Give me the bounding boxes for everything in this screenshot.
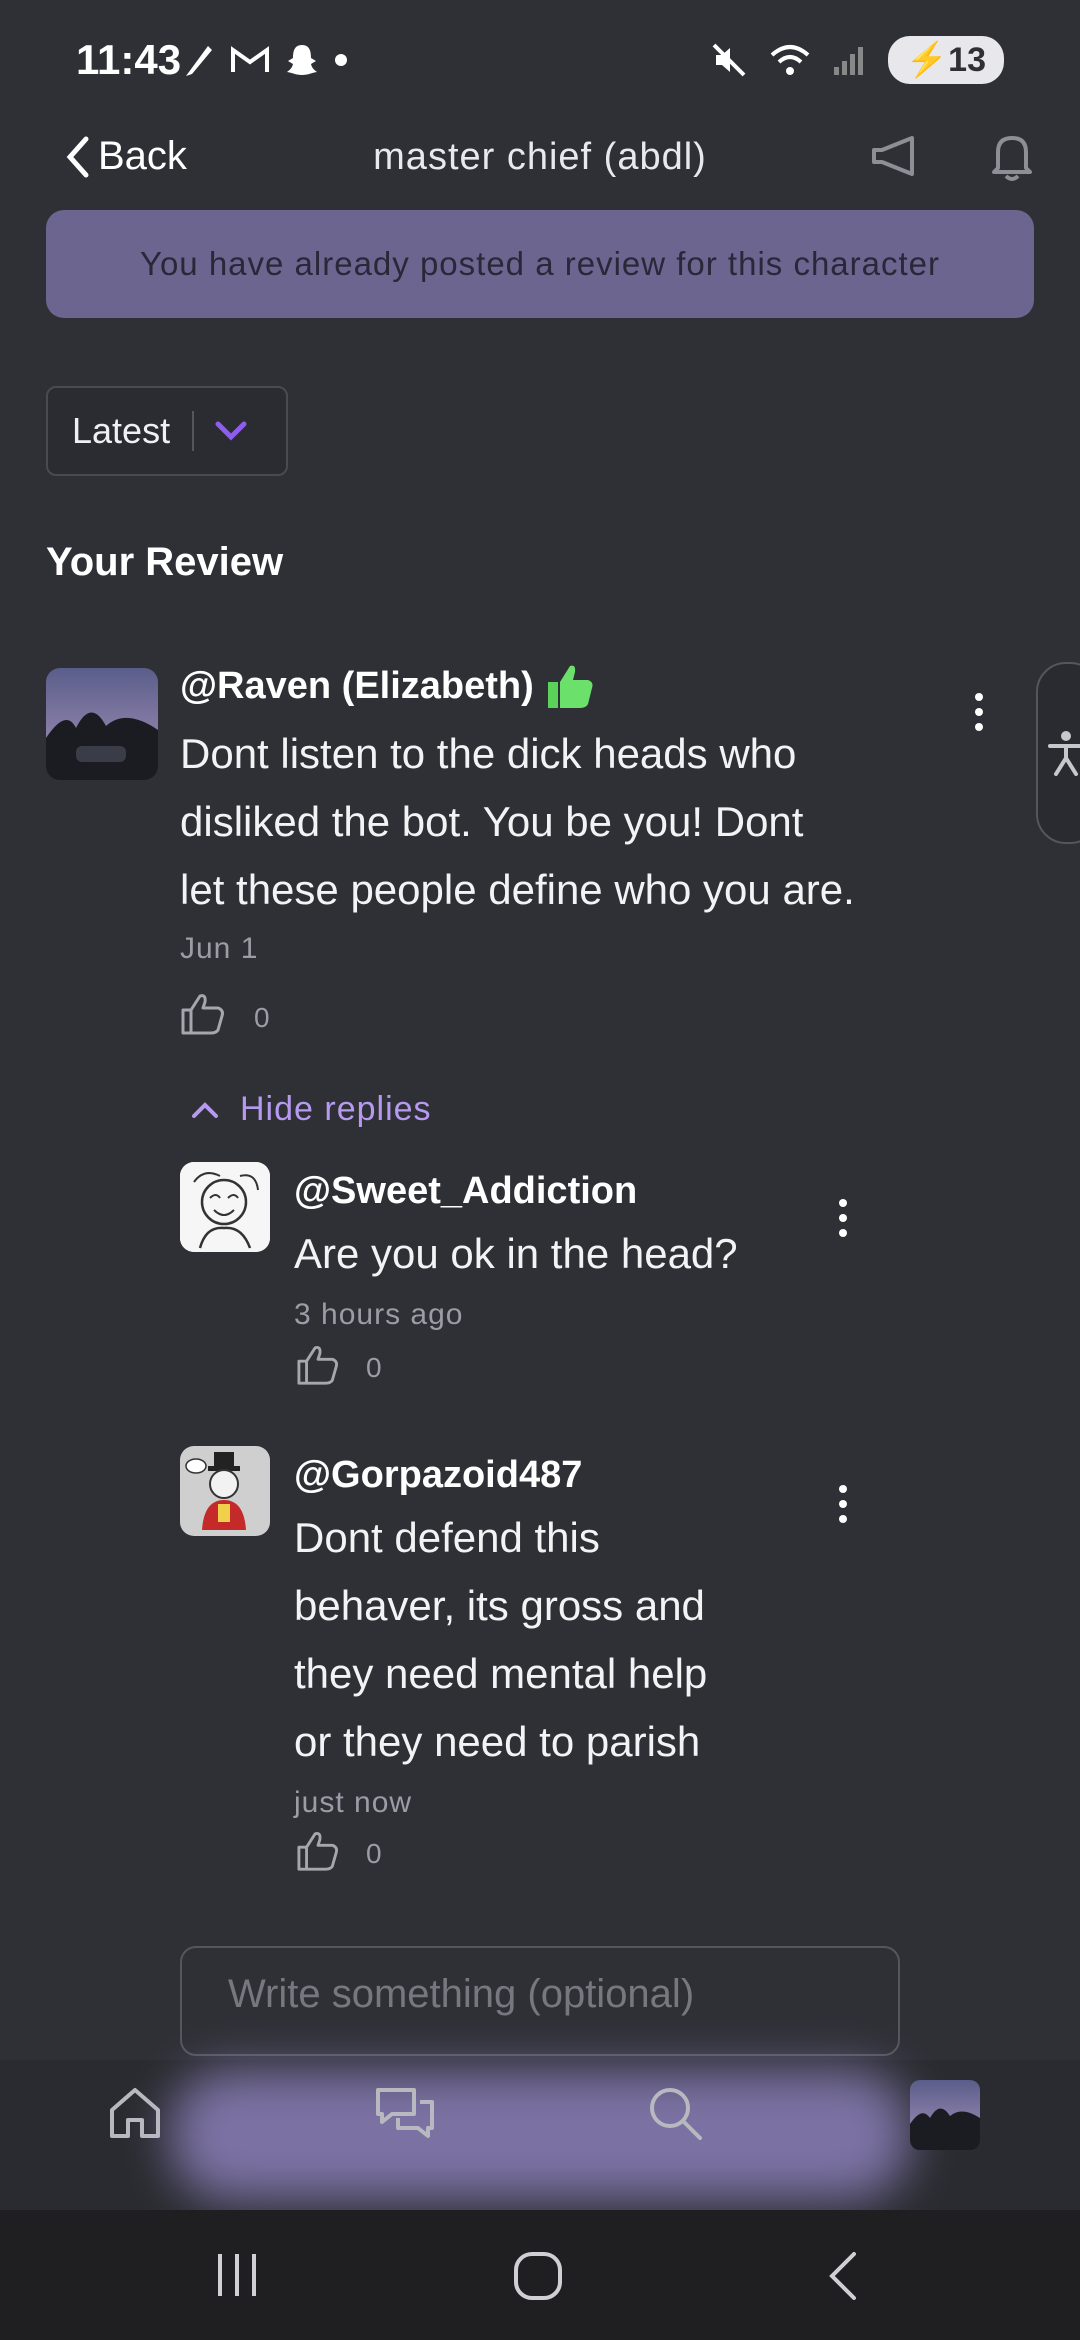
thumbs-up-emoji-icon	[547, 665, 593, 708]
status-bar: 11:43 ⚡13	[0, 0, 1080, 120]
reply-handle[interactable]: @Sweet_Addiction	[294, 1170, 637, 1213]
accessibility-tab[interactable]	[1036, 662, 1080, 844]
feather-icon	[186, 46, 212, 76]
home-icon[interactable]	[106, 2084, 164, 2142]
reply-more-icon[interactable]	[836, 1484, 850, 1524]
avatar[interactable]	[180, 1162, 270, 1252]
bell-icon[interactable]	[988, 130, 1036, 184]
hide-replies-button[interactable]: Hide replies	[190, 1090, 432, 1129]
app-header: master chief (abdl) Back	[0, 120, 1080, 208]
review-handle: @Raven (Elizabeth)	[180, 664, 534, 707]
chevron-down-icon	[215, 421, 247, 441]
chat-icon[interactable]	[374, 2086, 436, 2142]
review-text-line: let these people define who you are.	[180, 866, 855, 913]
review-date: Jun 1	[180, 932, 259, 965]
sort-selected-label: Latest	[72, 410, 171, 451]
battery-indicator: ⚡13	[887, 36, 1004, 84]
hide-replies-label: Hide replies	[240, 1090, 432, 1128]
already-reviewed-banner: You have already posted a review for thi…	[46, 210, 1034, 318]
nav-highlight	[170, 2070, 910, 2200]
review-text: Dont listen to the dick heads who dislik…	[180, 720, 980, 924]
thumbs-up-icon[interactable]	[296, 1344, 340, 1386]
review-text-line: disliked the bot. You be you! Dont	[180, 798, 804, 845]
back-nav-icon[interactable]	[826, 2250, 860, 2302]
reply-text-line: Are you ok in the head?	[294, 1230, 738, 1277]
sort-divider	[192, 411, 195, 451]
sort-dropdown[interactable]: Latest	[46, 386, 288, 476]
chevron-left-icon	[66, 136, 89, 177]
battery-level: 13	[948, 41, 986, 79]
reply-more-icon[interactable]	[836, 1198, 850, 1238]
recent-apps-icon[interactable]	[214, 2252, 260, 2298]
review-text-line: Dont listen to the dick heads who	[180, 730, 797, 777]
review-like-count: 0	[254, 1002, 270, 1033]
reply-text-line: or they need to parish	[294, 1718, 701, 1765]
reply-time: just now	[294, 1786, 413, 1819]
reply-handle[interactable]: @Gorpazoid487	[294, 1454, 582, 1497]
avatar[interactable]	[46, 668, 158, 780]
wifi-icon	[770, 45, 810, 75]
avatar-image	[180, 1162, 270, 1252]
megaphone-icon[interactable]	[868, 130, 920, 182]
system-status: ⚡13	[710, 36, 1004, 84]
bolt-icon: ⚡	[905, 41, 949, 79]
back-label: Back	[98, 134, 187, 178]
gmail-icon	[231, 46, 269, 72]
reply-text-line: behaver, its gross and	[294, 1582, 705, 1629]
notification-icons	[180, 40, 348, 80]
mute-icon	[712, 43, 746, 77]
reply-text: Are you ok in the head?	[294, 1220, 738, 1288]
reply-input[interactable]: Write something (optional)	[180, 1946, 900, 2056]
review-author[interactable]: @Raven (Elizabeth)	[180, 662, 596, 710]
chevron-up-icon	[192, 1101, 218, 1118]
accessibility-icon	[1048, 731, 1080, 776]
reply-text-line: Dont defend this	[294, 1514, 600, 1561]
avatar-image	[910, 2080, 980, 2150]
snapchat-icon	[287, 45, 317, 75]
signal-icon	[833, 47, 863, 75]
reply-text: Dont defend this behaver, its gross and …	[294, 1504, 707, 1776]
reply-text-line: they need mental help	[294, 1650, 708, 1697]
avatar-image	[46, 668, 158, 780]
status-time: 11:43	[76, 36, 182, 83]
reply-like-count: 0	[366, 1352, 382, 1383]
section-title: Your Review	[46, 540, 284, 584]
back-button[interactable]: Back	[64, 134, 187, 179]
search-icon[interactable]	[646, 2084, 704, 2142]
reply-time: 3 hours ago	[294, 1298, 464, 1331]
avatar-image	[180, 1446, 270, 1536]
reply-like-count: 0	[366, 1838, 382, 1869]
home-button-icon[interactable]	[512, 2250, 564, 2302]
avatar[interactable]	[180, 1446, 270, 1536]
thumbs-up-icon[interactable]	[296, 1830, 340, 1872]
thumbs-up-icon[interactable]	[180, 992, 226, 1036]
profile-avatar[interactable]	[910, 2080, 980, 2150]
system-nav-bar	[0, 2210, 1080, 2340]
dot-icon	[335, 54, 347, 66]
